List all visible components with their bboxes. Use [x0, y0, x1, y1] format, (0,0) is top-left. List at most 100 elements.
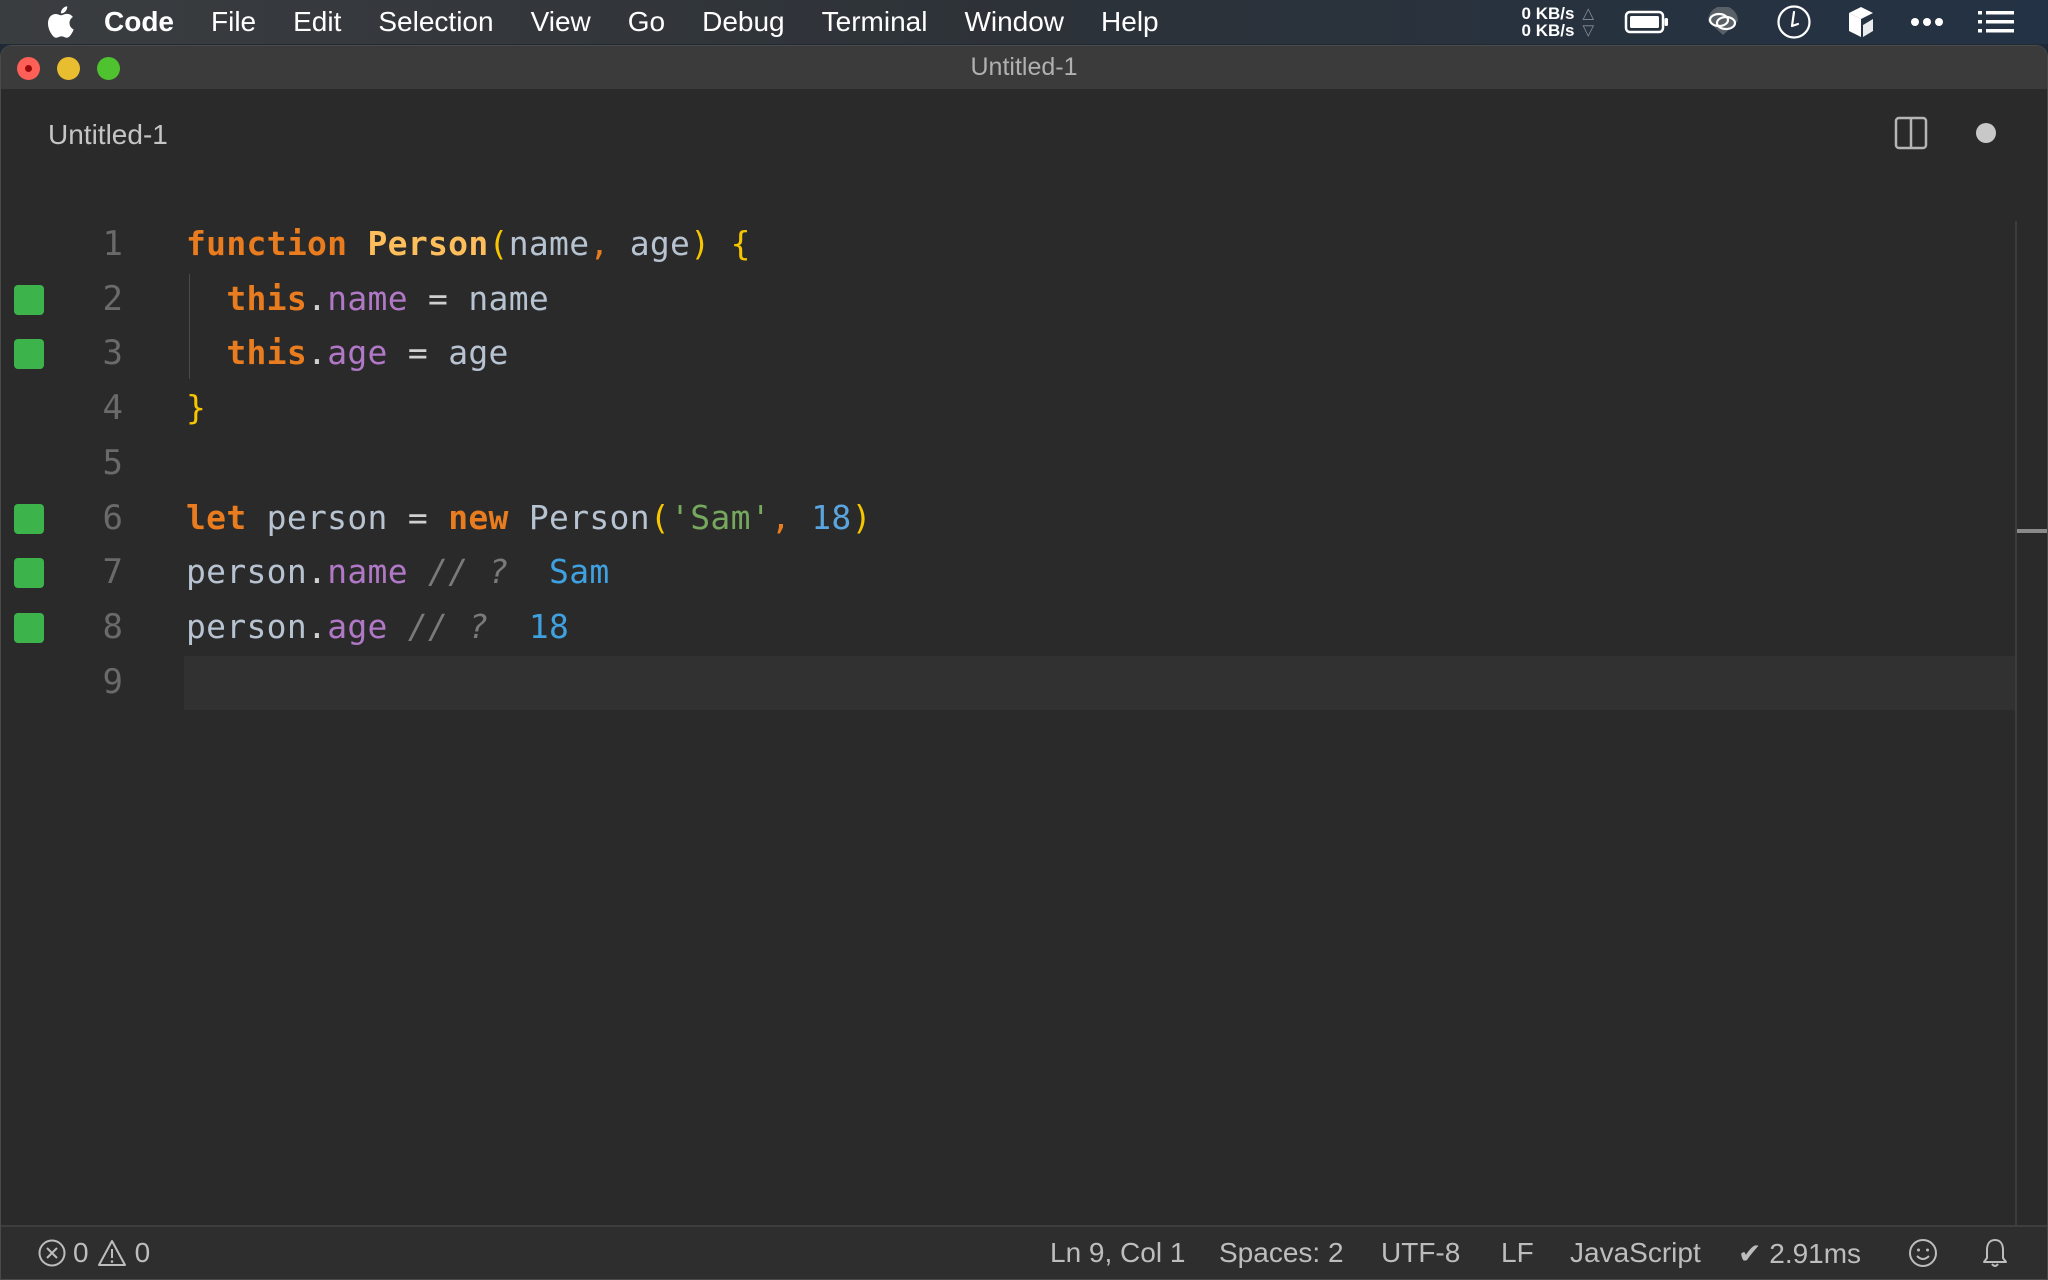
code-token: person — [246, 497, 408, 537]
code-token: 18 — [488, 606, 570, 646]
indentation-setting[interactable]: Spaces: 2 — [1219, 1235, 1344, 1271]
coverage-marker-icon — [14, 503, 44, 534]
quokka-timing[interactable]: ✔ 2.91ms — [1738, 1235, 1861, 1271]
code-line[interactable]: 4} — [1, 382, 2016, 436]
code-token: Person — [508, 497, 650, 537]
code-line[interactable]: 2 this.name = name — [1, 273, 2016, 327]
code-token: ( — [649, 497, 671, 537]
code-token: ) — [851, 497, 872, 537]
coverage-marker-icon — [14, 558, 44, 589]
menu-selection[interactable]: Selection — [378, 6, 493, 38]
code-token: Sam — [508, 552, 610, 592]
split-editor-icon[interactable] — [1893, 115, 1929, 151]
code-line[interactable]: 6 let person = new Person('Sam', 18) — [1, 492, 2016, 546]
menu-go[interactable]: Go — [628, 6, 665, 38]
code-token: . — [307, 333, 328, 373]
overview-ruler[interactable] — [2015, 221, 2017, 1261]
language-mode[interactable]: JavaScript — [1570, 1235, 1701, 1271]
clock-icon[interactable] — [1776, 4, 1812, 40]
line-number: 4 — [102, 388, 123, 429]
menu-app-code[interactable]: Code — [104, 6, 174, 38]
code-token: . — [307, 552, 328, 592]
code-line[interactable]: 9 — [1, 656, 2016, 710]
code-token: age — [448, 333, 509, 373]
line-number: 1 — [102, 224, 123, 264]
warning-icon — [97, 1238, 127, 1268]
code-token: function — [186, 224, 348, 263]
menu-file[interactable]: File — [211, 6, 256, 38]
menu-help[interactable]: Help — [1101, 6, 1159, 38]
cloud-sync-icon[interactable] — [1704, 7, 1742, 37]
code-text: person.age // ? 18 — [186, 607, 569, 646]
code-text: this.name = name — [186, 279, 549, 318]
net-up-speed: 0 KB/s — [1521, 4, 1575, 23]
maximize-window-button[interactable] — [97, 57, 120, 80]
code-token: 'Sam' — [670, 497, 771, 537]
coverage-marker-icon — [14, 612, 44, 643]
network-speed[interactable]: 0 KB/s 0 KB/s — [1522, 5, 1575, 39]
problems-indicator[interactable]: 0 0 — [37, 1235, 150, 1271]
code-line[interactable]: 3 this.age = age — [1, 327, 2016, 381]
menu-bar-tray: 0 KB/s 0 KB/s △ ▽ — [1522, 0, 2048, 44]
net-down-speed: 0 KB/s — [1521, 21, 1575, 40]
unsaved-changes-dot-icon[interactable] — [1976, 123, 1996, 143]
tab-untitled-1[interactable]: Untitled-1 — [48, 119, 168, 151]
menu-terminal[interactable]: Terminal — [822, 6, 928, 38]
battery-icon[interactable] — [1624, 10, 1670, 34]
code-token: // ? — [387, 606, 489, 646]
cursor-position[interactable]: Ln 9, Col 1 — [1050, 1235, 1185, 1271]
warning-count: 0 — [134, 1237, 151, 1268]
code-token: name — [468, 278, 550, 318]
code-token: ) — [690, 224, 711, 263]
line-number: 6 — [102, 497, 123, 538]
code-token: . — [307, 278, 328, 318]
code-token: name — [327, 278, 408, 318]
code-token: // ? — [407, 552, 509, 592]
coverage-marker-icon — [14, 284, 44, 315]
apple-menu-icon[interactable] — [40, 5, 80, 39]
end-of-line-setting[interactable]: LF — [1501, 1235, 1534, 1271]
error-count: 0 — [73, 1237, 89, 1268]
line-number: 8 — [102, 606, 123, 647]
list-icon[interactable] — [1978, 10, 2014, 34]
code-line[interactable]: 5 — [1, 437, 2016, 491]
code-line[interactable]: 7 person.name // ? Sam — [1, 546, 2016, 600]
feedback-smiley-icon[interactable] — [1907, 1235, 1939, 1271]
code-line[interactable]: 8 person.age // ? 18 — [1, 601, 2016, 655]
code-text: person.name // ? Sam — [186, 552, 610, 591]
code-token: let — [186, 497, 247, 537]
scrollbar-thumb[interactable] — [2017, 529, 2047, 533]
macos-menu-bar: Code File Edit Selection View Go Debug T… — [0, 0, 2048, 44]
menu-debug[interactable]: Debug — [702, 6, 785, 38]
minimize-window-button[interactable] — [57, 57, 80, 80]
cube-icon[interactable] — [1846, 5, 1876, 39]
close-window-button[interactable] — [17, 57, 40, 80]
code-line[interactable]: 1 function Person(name, age) { — [1, 218, 2016, 272]
code-token: = — [407, 497, 429, 537]
code-editor[interactable]: 1 function Person(name, age) {2 this.name… — [1, 174, 2047, 1224]
code-token: { — [730, 224, 751, 263]
coverage-marker-icon — [14, 339, 44, 370]
more-icon[interactable] — [1910, 17, 1944, 27]
upload-arrow-icon: △ — [1582, 5, 1594, 22]
code-token: = — [387, 333, 449, 373]
menu-view[interactable]: View — [531, 6, 591, 38]
menu-window[interactable]: Window — [964, 6, 1064, 38]
menu-edit[interactable]: Edit — [293, 6, 341, 38]
network-arrows: △ ▽ — [1582, 5, 1594, 39]
code-token: new — [448, 497, 509, 537]
line-number: 9 — [102, 661, 123, 702]
tab-bar: Untitled-1 — [1, 89, 2047, 174]
title-bar[interactable]: Untitled-1 — [1, 46, 2047, 89]
encoding-setting[interactable]: UTF-8 — [1381, 1235, 1460, 1271]
notifications-bell-icon[interactable] — [1980, 1235, 2010, 1271]
window-title: Untitled-1 — [970, 53, 1078, 81]
error-icon — [37, 1238, 67, 1268]
line-number: 2 — [102, 278, 123, 319]
